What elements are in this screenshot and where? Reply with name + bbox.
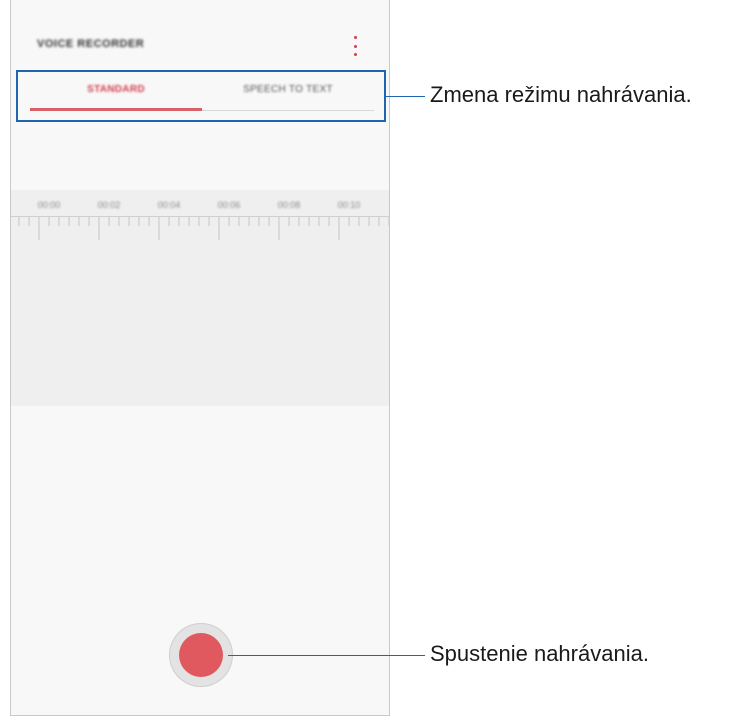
voice-recorder-screen: VOICE RECORDER STANDARD SPEECH TO TEXT 0…	[10, 0, 390, 716]
timeline-label: 00:10	[337, 200, 361, 210]
callout-mode-text: Zmena režimu nahrávania.	[430, 82, 692, 107]
record-icon	[179, 633, 223, 677]
timeline-label: 00:06	[217, 200, 241, 210]
tab-speech-to-text[interactable]: SPEECH TO TEXT	[202, 84, 374, 95]
timeline-label: 00:04	[157, 200, 181, 210]
timeline-label: 00:08	[277, 200, 301, 210]
callout-line-mode	[385, 96, 425, 97]
tab-divider	[202, 110, 374, 111]
app-title: VOICE RECORDER	[37, 38, 145, 50]
callout-line-record	[228, 655, 425, 656]
selected-tab-indicator	[30, 108, 202, 111]
recording-mode-tabs: STANDARD SPEECH TO TEXT	[16, 70, 386, 122]
timeline-label: 00:00	[37, 200, 61, 210]
timeline-label: 00:02	[97, 200, 121, 210]
timeline-labels: 00:00 00:02 00:04 00:06 00:08 00:10	[11, 200, 389, 216]
tab-standard[interactable]: STANDARD	[30, 84, 202, 95]
timeline-ruler	[11, 216, 389, 240]
callout-record-text: Spustenie nahrávania.	[430, 641, 649, 666]
record-button[interactable]	[169, 623, 233, 687]
more-options-icon[interactable]	[349, 36, 361, 56]
